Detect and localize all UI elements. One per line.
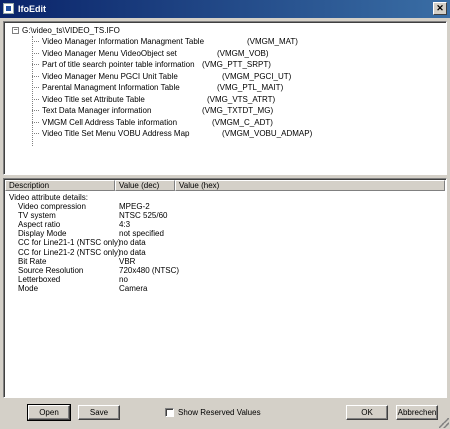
tree-item-name[interactable]: Video Title Set Menu VOBU Address Map: [42, 128, 189, 139]
tree-branch-line: [32, 133, 39, 134]
row-description: Mode: [18, 283, 39, 293]
row-value-dec: NTSC 525/60: [119, 211, 168, 221]
tree-item-code[interactable]: (VMG_PTT_SRPT): [202, 59, 271, 70]
tree-branch-line: [32, 87, 39, 88]
save-button[interactable]: Save: [78, 405, 120, 420]
tree-item-code[interactable]: (VMG_TXTDT_MG): [202, 105, 273, 116]
close-button[interactable]: ✕: [433, 2, 447, 15]
tree-root-label[interactable]: G:\video_ts\VIDEO_TS.IFO: [22, 26, 120, 36]
tree-item-name[interactable]: Video Manager Menu VideoObject set: [42, 48, 177, 59]
row-value-dec: VBR: [119, 256, 136, 266]
table-header: Description Value (dec) Value (hex): [5, 180, 445, 191]
show-reserved-label: Show Reserved Values: [178, 408, 261, 417]
row-description: Bit Rate: [18, 256, 47, 266]
row-value-dec: Camera: [119, 283, 148, 293]
row-value-dec: no data: [119, 238, 146, 248]
row-description: TV system: [18, 211, 56, 221]
tree-item-name[interactable]: Video Title set Attribute Table: [42, 94, 145, 105]
row-description: Letterboxed: [18, 274, 61, 284]
tree-item-code[interactable]: (VMGM_PGCI_UT): [222, 71, 291, 82]
show-reserved-checkbox[interactable]: [165, 408, 174, 417]
tree-item-code[interactable]: (VMG_VTS_ATRT): [207, 94, 275, 105]
tree-item-name[interactable]: VMGM Cell Address Table information: [42, 117, 177, 128]
row-value-dec: no: [119, 274, 128, 284]
open-button[interactable]: Open: [27, 404, 71, 421]
ok-button[interactable]: OK: [346, 405, 388, 420]
tree-item-name[interactable]: Part of title search pointer table infor…: [42, 59, 195, 70]
tree-item-code[interactable]: (VMGM_C_ADT): [212, 117, 273, 128]
ifo-tree-view[interactable]: − G:\video_ts\VIDEO_TS.IFO Video Manager…: [3, 21, 447, 175]
row-value-dec: no data: [119, 247, 146, 257]
tree-item-name[interactable]: Video Manager Menu PGCI Unit Table: [42, 71, 178, 82]
title-bar: IfoEdit ✕: [0, 0, 450, 18]
row-value-dec: 4:3: [119, 220, 131, 230]
tree-item-name[interactable]: Video Manager Information Managment Tabl…: [42, 36, 204, 47]
details-list-view[interactable]: Description Value (dec) Value (hex) Vide…: [3, 178, 447, 398]
tree-branch-line: [32, 121, 39, 123]
row-value-dec: 720x480 (NTSC): [119, 265, 180, 275]
column-header-value-dec[interactable]: Value (dec): [115, 180, 175, 191]
row-description: CC for Line21-2 (NTSC only): [18, 247, 121, 257]
row-description: Source Resolution: [18, 265, 84, 275]
window-title: IfoEdit: [18, 4, 46, 14]
cancel-button[interactable]: Abbrechen: [396, 405, 438, 420]
tree-branch-line: [32, 98, 39, 100]
row-description: Display Mode: [18, 229, 67, 239]
row-value-dec: MPEG-2: [119, 202, 150, 212]
tree-item-code[interactable]: (VMGM_VOB): [217, 48, 269, 59]
row-description: Aspect ratio: [18, 220, 61, 230]
collapse-icon[interactable]: −: [12, 27, 19, 34]
tree-branch-line: [32, 64, 39, 65]
row-value-dec: not specified: [119, 229, 164, 239]
tree-item-name[interactable]: Parental Managment Information Table: [42, 82, 180, 93]
column-header-value-hex[interactable]: Value (hex): [175, 180, 445, 191]
tree-branch-line: [32, 52, 39, 54]
tree-item-code[interactable]: (VMG_PTL_MAIT): [217, 82, 283, 93]
tree-item-name[interactable]: Text Data Manager information: [42, 105, 151, 116]
app-icon: [3, 3, 14, 14]
tree-branch-line: [32, 75, 39, 77]
row-description: CC for Line21-1 (NTSC only): [18, 238, 121, 248]
column-header-description[interactable]: Description: [5, 180, 115, 191]
tree-branch-line: [32, 41, 39, 42]
tree-item-code[interactable]: (VMGM_VOBU_ADMAP): [222, 128, 312, 139]
section-label: Video attribute details:: [9, 193, 89, 202]
tree-item-code[interactable]: (VMGM_MAT): [247, 36, 298, 47]
tree-branch-line: [32, 110, 39, 111]
resize-grip[interactable]: [439, 418, 449, 428]
row-description: Video compression: [18, 202, 86, 212]
